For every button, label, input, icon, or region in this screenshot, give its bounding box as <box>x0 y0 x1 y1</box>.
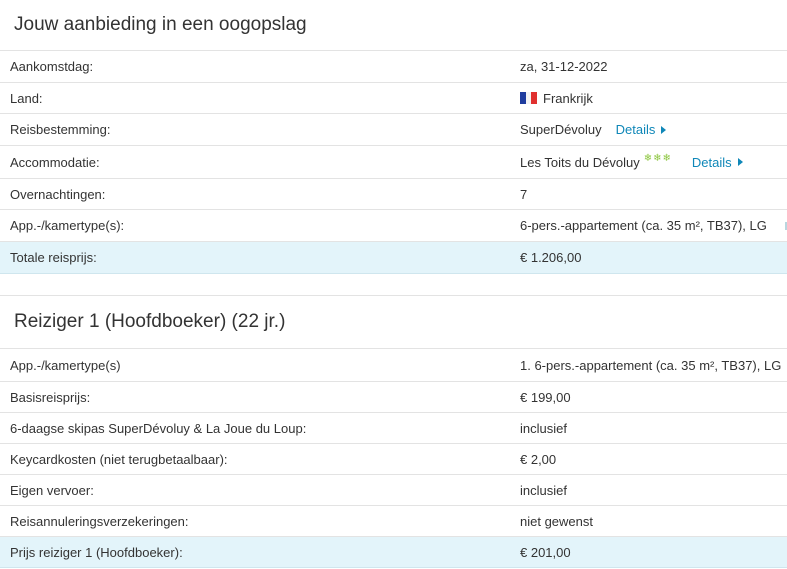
accommodation-details-link[interactable]: Details <box>692 155 743 170</box>
section-spacer <box>0 274 787 296</box>
row-own-transport: Eigen vervoer: inclusief <box>0 475 787 506</box>
nights-value: 7 <box>520 186 528 202</box>
accommodation-details-label: Details <box>691 154 732 170</box>
destination-details-label: Details <box>615 122 656 137</box>
insurance-label: Reisannuleringsverzekeringen: <box>10 513 189 529</box>
traveler-title: Reiziger 1 (Hoofdboeker) (22 jr.) <box>0 296 787 349</box>
row-traveler-room-type: App.-/kamertype(s) 1. 6-pers.-appartemen… <box>0 349 787 382</box>
traveler-section: Reiziger 1 (Hoofdboeker) (22 jr.) App.-/… <box>0 296 787 568</box>
total-price-value: € 1.206,00 <box>520 250 582 265</box>
arrival-date-label: Aankomstdag: <box>10 59 94 74</box>
country-value: Frankrijk <box>543 90 593 106</box>
traveler-total-value: € 201,00 <box>520 544 571 560</box>
row-insurance: Reisannuleringsverzekeringen: niet gewen… <box>0 506 787 537</box>
traveler-room-type-label: App.-/kamertype(s) <box>10 357 121 373</box>
row-country: Land: Frankrijk <box>0 83 787 114</box>
room-type-label: App.-/kamertype(s): <box>10 218 125 233</box>
base-price-value: € 199,00 <box>520 389 571 405</box>
france-flag-icon <box>520 92 538 104</box>
traveler-total-label: Prijs reiziger 1 (Hoofdboeker): <box>10 544 183 560</box>
row-nights: Overnachtingen: 7 <box>0 179 787 210</box>
snowflake-rating-icon: ❄❄❄ <box>643 152 672 164</box>
row-skipass: 6-daagse skipas SuperDévoluy & La Joue d… <box>0 413 787 444</box>
skipass-label: 6-daagse skipas SuperDévoluy & La Joue d… <box>10 420 307 436</box>
row-accommodation: Accommodatie: Les Toits du Dévoluy ❄❄❄ D… <box>0 146 787 179</box>
caret-right-icon <box>661 125 667 134</box>
accommodation-label: Accommodatie: <box>10 154 100 170</box>
offer-overview-section: Jouw aanbieding in een oogopslag Aankoms… <box>0 0 787 274</box>
nights-label: Overnachtingen: <box>10 186 106 202</box>
country-label: Land: <box>10 90 43 106</box>
accommodation-value: Les Toits du Dévoluy <box>520 154 640 170</box>
room-type-value: 6-pers.-appartement (ca. 35 m², TB37), L… <box>520 218 767 233</box>
destination-details-link[interactable]: Details <box>616 122 667 137</box>
total-price-label: Totale reisprijs: <box>10 250 97 265</box>
row-total-price: Totale reisprijs: € 1.206,00 <box>0 242 787 274</box>
keycard-label: Keycardkosten (niet terugbetaalbaar): <box>10 451 228 467</box>
keycard-value: € 2,00 <box>520 451 557 467</box>
skipass-value: inclusief <box>520 420 567 436</box>
destination-value-wrap: SuperDévoluy Details <box>520 122 667 137</box>
base-price-label: Basisreisprijs: <box>10 389 91 405</box>
own-transport-value: inclusief <box>520 482 567 498</box>
insurance-value: niet gewenst <box>520 513 593 529</box>
country-value-wrap: Frankrijk <box>520 91 593 106</box>
row-arrival-date: Aankomstdag: za, 31-12-2022 <box>0 51 787 83</box>
caret-right-icon <box>737 158 743 166</box>
destination-value: SuperDévoluy <box>520 122 602 137</box>
offer-overview-title: Jouw aanbieding in een oogopslag <box>0 0 787 51</box>
row-keycard: Keycardkosten (niet terugbetaalbaar): € … <box>0 444 787 475</box>
row-destination: Reisbestemming: SuperDévoluy Details <box>0 114 787 146</box>
traveler-room-type-value: 1. 6-pers.-appartement (ca. 35 m², TB37)… <box>520 357 782 373</box>
accommodation-value-wrap: Les Toits du Dévoluy ❄❄❄ Details <box>520 152 743 170</box>
own-transport-label: Eigen vervoer: <box>10 482 94 498</box>
row-base-price: Basisreisprijs: € 199,00 <box>0 382 787 413</box>
destination-label: Reisbestemming: <box>10 122 111 137</box>
arrival-date-value: za, 31-12-2022 <box>520 59 608 74</box>
row-traveler-total: Prijs reiziger 1 (Hoofdboeker): € 201,00 <box>0 537 787 568</box>
row-room-type: App.-/kamertype(s): 6-pers.-appartement … <box>0 210 787 242</box>
